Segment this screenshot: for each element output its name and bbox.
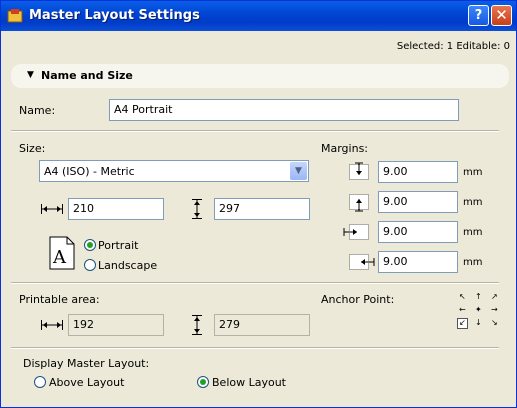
orientation-glyph: A	[52, 247, 67, 268]
portrait-radio[interactable]	[84, 239, 96, 251]
printable-area-label: Printable area:	[19, 293, 100, 306]
left-margin-icon	[343, 224, 369, 240]
portrait-label[interactable]: Portrait	[98, 239, 138, 252]
height-arrows-icon	[192, 315, 202, 335]
separator	[11, 130, 499, 132]
margins-label: Margins:	[321, 142, 369, 155]
above-layout-radio[interactable]	[34, 376, 46, 388]
anchor-bottom-left-selected[interactable]: ↙	[457, 318, 468, 329]
panel-header-name-and-size[interactable]: ▼ Name and Size	[11, 64, 509, 88]
size-width-input[interactable]: 210	[68, 198, 164, 220]
margin-left-input[interactable]: 9.00	[378, 221, 458, 243]
anchor-middle-left[interactable]: ←	[459, 306, 466, 314]
page-orientation-icon: A	[49, 236, 75, 270]
app-icon	[7, 9, 23, 23]
margin-top-input[interactable]: 9.00	[378, 161, 458, 183]
anchor-top-right[interactable]: ↗	[491, 293, 498, 301]
right-margin-icon	[349, 254, 375, 270]
name-label: Name:	[19, 104, 56, 117]
separator	[11, 347, 499, 349]
separator	[11, 282, 499, 284]
width-arrows-icon	[41, 320, 63, 330]
above-layout-label[interactable]: Above Layout	[49, 376, 124, 389]
unit-mm: mm	[463, 257, 483, 268]
display-master-layout-label: Display Master Layout:	[23, 357, 150, 370]
unit-mm: mm	[463, 167, 483, 178]
printable-width-value: 192	[68, 314, 164, 336]
below-layout-radio[interactable]	[197, 376, 209, 388]
help-button[interactable]: ?	[468, 5, 489, 26]
anchor-point-grid[interactable]: ↖ ↑ ↗ ← ✦ → ↙ ↓ ↘	[457, 293, 501, 329]
width-arrows-icon	[41, 204, 63, 214]
panel-title: Name and Size	[41, 69, 133, 82]
unit-mm: mm	[463, 227, 483, 238]
size-select-value: A4 (ISO) - Metric	[44, 165, 135, 178]
anchor-bottom-right[interactable]: ↘	[491, 319, 498, 327]
selection-info: Selected: 1 Editable: 0	[396, 41, 510, 52]
size-label: Size:	[19, 142, 46, 155]
height-arrows-icon	[192, 199, 202, 219]
printable-height-value: 279	[214, 314, 310, 336]
title-bar[interactable]: Master Layout Settings ? ✕	[1, 1, 516, 31]
below-layout-label[interactable]: Below Layout	[212, 376, 286, 389]
anchor-top-left[interactable]: ↖	[459, 293, 466, 301]
master-layout-settings-dialog: Master Layout Settings ? ✕ Selected: 1 E…	[0, 0, 517, 408]
window-title: Master Layout Settings	[29, 8, 200, 23]
close-button[interactable]: ✕	[491, 5, 512, 26]
anchor-point-label: Anchor Point:	[321, 293, 395, 306]
margin-right-input[interactable]: 9.00	[378, 251, 458, 273]
name-input[interactable]: A4 Portrait	[109, 99, 459, 121]
collapse-triangle-icon[interactable]: ▼	[27, 70, 34, 80]
margin-bottom-input[interactable]: 9.00	[378, 191, 458, 213]
anchor-middle-right[interactable]: →	[491, 306, 498, 314]
chevron-down-icon[interactable]: ▼	[290, 162, 307, 180]
landscape-label[interactable]: Landscape	[98, 259, 157, 272]
anchor-center[interactable]: ✦	[475, 306, 482, 314]
anchor-bottom-center[interactable]: ↓	[475, 319, 482, 327]
size-select[interactable]: A4 (ISO) - Metric ▼	[39, 160, 309, 182]
unit-mm: mm	[463, 197, 483, 208]
bottom-margin-icon	[349, 194, 369, 212]
landscape-radio[interactable]	[84, 259, 96, 271]
top-margin-icon	[349, 162, 369, 180]
size-height-input[interactable]: 297	[214, 198, 310, 220]
anchor-top-center[interactable]: ↑	[475, 293, 482, 301]
